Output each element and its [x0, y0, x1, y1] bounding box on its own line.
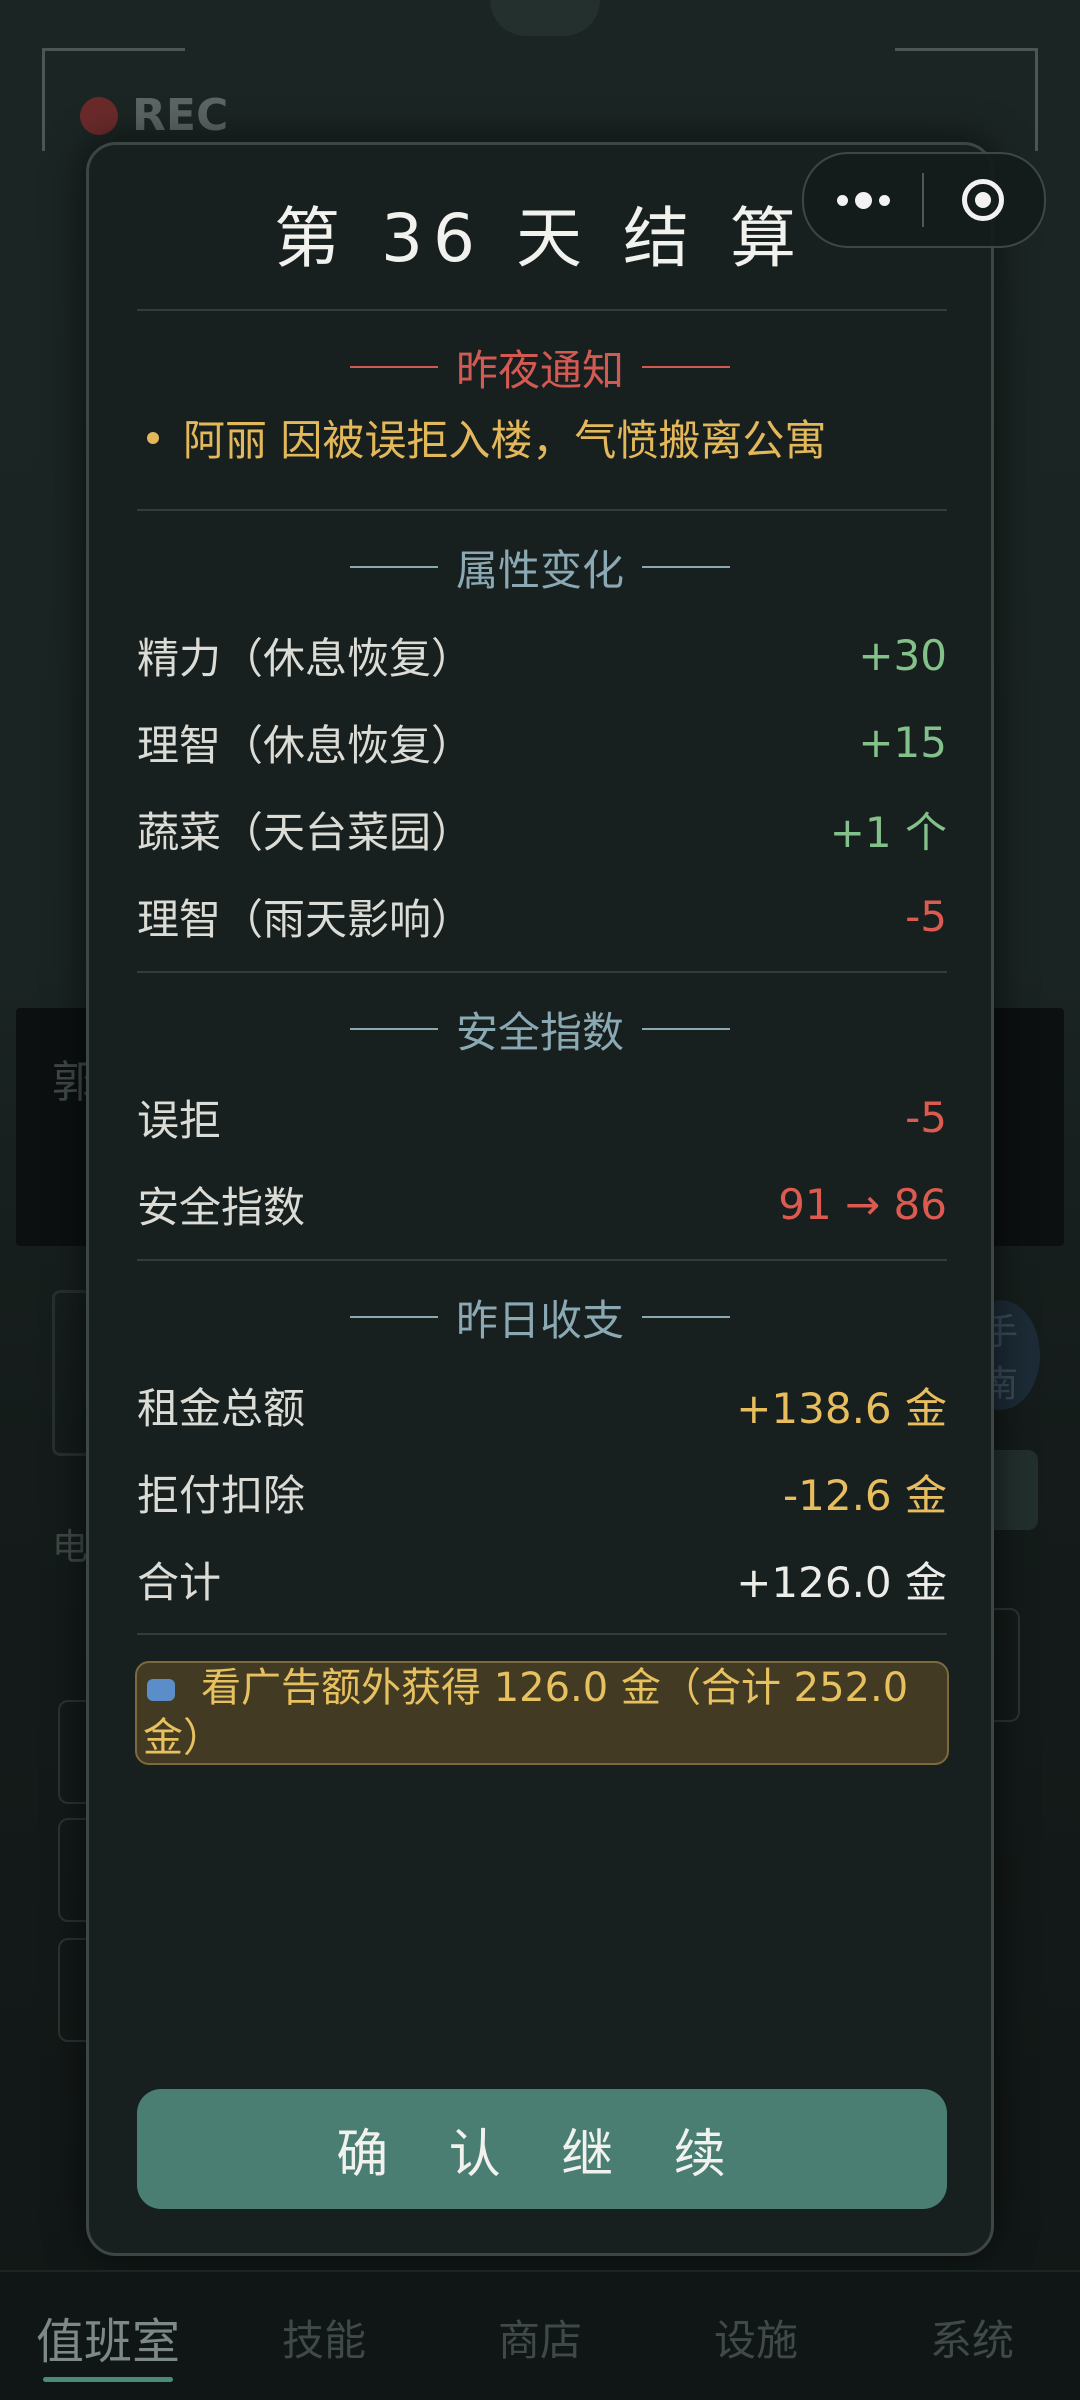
attr-row: 理智（休息恢复） +15	[137, 712, 947, 772]
divider	[137, 1633, 947, 1635]
heading-line-right	[642, 566, 730, 568]
divider	[137, 509, 947, 511]
active-tab-indicator	[43, 2377, 173, 2382]
finance-total-value: +126.0 金	[736, 1557, 947, 1607]
dot	[854, 191, 872, 209]
background-side-text: 电	[52, 1527, 89, 1568]
confirm-continue-button[interactable]: 确 认 继 续	[137, 2089, 947, 2209]
video-ad-icon	[147, 1679, 175, 1701]
tab-duty-room[interactable]: 值班室	[0, 2272, 216, 2400]
attr-section-heading: 属性变化	[89, 537, 991, 597]
day-settlement-modal: 第 36 天 结 算 昨夜通知 阿丽 因被误拒入楼，气愤搬离公寓 属性变化 精力…	[86, 142, 994, 2256]
tab-label: 值班室	[35, 2314, 180, 2370]
attr-row-label: 精力（休息恢复）	[137, 633, 474, 683]
confirm-label: 确 认 继 续	[336, 2124, 748, 2185]
finance-row-label: 拒付扣除	[137, 1470, 306, 1520]
record-dot-icon	[80, 96, 118, 135]
finance-row-label: 租金总额	[137, 1383, 306, 1433]
attr-row-label: 理智（休息恢复）	[137, 720, 474, 770]
bullet-icon	[147, 431, 159, 444]
tab-facilities[interactable]: 设施	[648, 2272, 864, 2400]
camera-frame-corner-right	[895, 48, 1038, 151]
finance-total-row: 合计 +126.0 金	[137, 1549, 947, 1609]
attr-row-value: +1 个	[829, 807, 947, 857]
safety-row: 安全指数 91 → 86	[137, 1174, 947, 1234]
finance-row-value: +138.6 金	[736, 1383, 947, 1433]
more-dots-icon[interactable]	[804, 154, 922, 246]
attr-heading-text: 属性变化	[455, 545, 624, 595]
finance-row-value: -12.6 金	[782, 1470, 947, 1520]
attr-row-value: +15	[858, 717, 947, 767]
finance-section-heading: 昨日收支	[89, 1287, 991, 1347]
attr-row-label: 蔬菜（天台菜园）	[137, 807, 474, 857]
tab-label: 商店	[497, 2315, 582, 2365]
safety-row-label: 误拒	[137, 1095, 222, 1145]
tab-label: 系统	[929, 2315, 1014, 2365]
dot	[878, 194, 890, 206]
tab-label: 技能	[281, 2315, 366, 2365]
attr-row-value: +30	[858, 630, 947, 680]
rec-label: REC	[132, 90, 229, 141]
dot	[836, 194, 848, 206]
heading-line-left	[349, 566, 438, 568]
heading-line-right	[642, 1028, 730, 1030]
heading-line-right	[642, 1316, 730, 1318]
rec-indicator: REC	[80, 90, 228, 141]
divider	[137, 971, 947, 973]
tab-system[interactable]: 系统	[864, 2272, 1080, 2400]
divider	[137, 309, 947, 311]
ring	[962, 179, 1004, 221]
attr-row: 理智（雨天影响） -5	[137, 886, 947, 946]
bottom-tab-bar: 值班室 技能 商店 设施 系统	[0, 2270, 1080, 2400]
attr-row: 精力（休息恢复） +30	[137, 625, 947, 685]
finance-heading-text: 昨日收支	[455, 1295, 624, 1345]
safety-heading-text: 安全指数	[455, 1007, 624, 1057]
close-target-icon[interactable]	[924, 154, 1042, 246]
safety-row: 误拒 -5	[137, 1087, 947, 1147]
heading-line-left	[349, 1028, 438, 1030]
tab-label: 设施	[713, 2315, 798, 2365]
tab-skills[interactable]: 技能	[216, 2272, 432, 2400]
divider	[137, 1259, 947, 1261]
safety-index-value: 91 → 86	[778, 1179, 947, 1229]
safety-row-label: 安全指数	[137, 1182, 306, 1232]
safety-row-value: -5	[905, 1092, 947, 1142]
finance-row: 拒付扣除 -12.6 金	[137, 1462, 947, 1522]
attr-row-value: -5	[905, 891, 947, 941]
heading-line-left	[349, 1316, 438, 1318]
heading-line-right	[642, 366, 730, 368]
watch-ad-bonus-button[interactable]: 看广告额外获得 126.0 金（合计 252.0 金）	[135, 1661, 949, 1765]
miniprogram-capsule	[802, 152, 1046, 248]
ceiling-lamp	[490, 0, 600, 36]
finance-row-label: 合计	[137, 1557, 222, 1607]
game-screen: REC 郭 电 手 南 第 36 天 结 算 昨夜通知 阿丽 因被误拒入楼，气愤…	[0, 0, 1080, 2400]
heading-line-left	[349, 366, 438, 368]
notice-item: 阿丽 因被误拒入楼，气愤搬离公寓	[147, 407, 951, 468]
attr-row-label: 理智（雨天影响）	[137, 894, 474, 944]
safety-section-heading: 安全指数	[89, 999, 991, 1059]
ad-offer-text: 看广告额外获得 126.0 金（合计 252.0 金）	[143, 1665, 909, 1761]
notice-section-heading: 昨夜通知	[89, 337, 991, 397]
notice-heading-text: 昨夜通知	[455, 345, 624, 395]
finance-row: 租金总额 +138.6 金	[137, 1375, 947, 1435]
notice-item-text: 阿丽 因被误拒入楼，气愤搬离公寓	[183, 416, 827, 465]
attr-row: 蔬菜（天台菜园） +1 个	[137, 799, 947, 859]
ring-core	[975, 192, 991, 208]
tab-shop[interactable]: 商店	[432, 2272, 648, 2400]
